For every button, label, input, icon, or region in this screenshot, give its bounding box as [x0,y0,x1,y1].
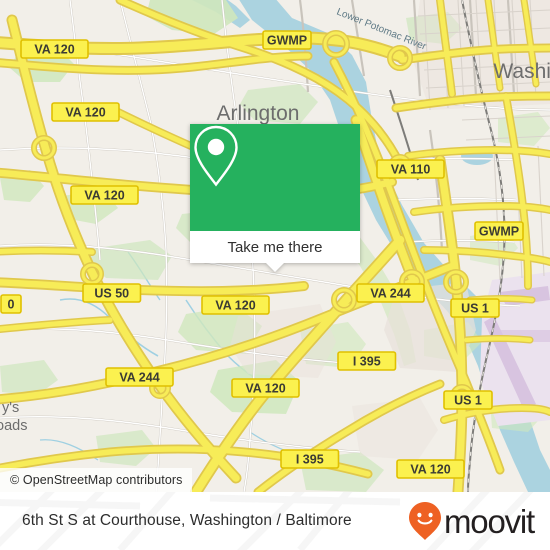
route-shield-label: VA 244 [119,371,159,385]
station-title: 6th St S at Courthouse, Washington / Bal… [22,512,352,529]
take-me-there-button[interactable]: Take me there [190,231,360,263]
place-label-crossroads-b: oads [0,418,27,434]
route-shield-label: I 395 [296,453,324,467]
route-shield-label: VA 120 [410,463,450,477]
popup-header [190,124,360,231]
route-shield-label: US 50 [94,287,129,301]
route-shield: I 395 [337,351,397,371]
route-shield-label: 0 [8,298,15,312]
route-shield-label: GWMP [267,34,307,48]
route-shield-label: US 1 [461,302,489,316]
map-attribution: © OpenStreetMap contributors [0,468,192,492]
moovit-smiley-pin-icon [409,502,441,540]
route-shield-label: VA 120 [65,106,105,120]
route-shield: VA 120 [396,459,465,479]
attribution-text: © OpenStreetMap contributors [10,473,183,487]
route-shield: US 1 [443,390,493,410]
route-shield: VA 120 [51,102,120,122]
route-shield-label: GWMP [479,225,519,239]
route-shield-label: VA 244 [370,287,410,301]
moovit-logo: moovit [408,501,535,541]
route-shield: VA 120 [201,295,270,315]
route-shield: GWMP [474,221,524,241]
route-shield: VA 120 [231,378,300,398]
route-shield: VA 120 [70,185,139,205]
route-shield: GWMP [262,30,312,50]
place-label-crossroads-a: y's [2,400,19,416]
take-me-there-label: Take me there [227,238,323,256]
route-shield: VA 244 [356,283,425,303]
route-shield-label: US 1 [454,394,482,408]
station-popup[interactable]: Take me there [190,124,360,272]
route-shield-label: VA 120 [34,43,74,57]
route-shield: VA 120 [20,39,89,59]
moovit-wordmark: moovit [444,502,535,540]
bottom-bar: 6th St S at Courthouse, Washington / Bal… [0,492,550,550]
route-shield-label: VA 110 [391,163,431,177]
route-shield: VA 244 [105,367,174,387]
route-shield: 0 [0,294,22,314]
route-shield-label: I 395 [353,355,381,369]
route-shield: VA 110 [376,159,445,179]
route-shield: I 395 [280,449,340,469]
place-label-washington: Washin [493,60,550,83]
route-shield-label: VA 120 [215,299,255,313]
popup-pointer [266,263,284,272]
route-shield: US 1 [450,298,500,318]
place-label-arlington: Arlington [217,102,300,125]
route-shield-label: VA 120 [245,382,285,396]
map-canvas[interactable]: Arlington Washin y's oads Lower Potomac … [0,0,550,492]
route-shield-label: VA 120 [84,189,124,203]
route-shield: US 50 [82,283,142,303]
map-pin-icon [194,125,238,187]
moovit-station-map-screen: Arlington Washin y's oads Lower Potomac … [0,0,550,550]
